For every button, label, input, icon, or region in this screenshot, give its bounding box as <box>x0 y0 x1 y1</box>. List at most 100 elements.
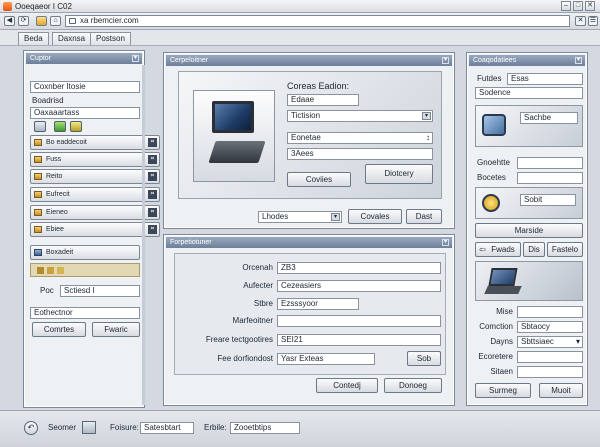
status-field[interactable]: Satesbtart <box>140 422 194 434</box>
field-gnoehtte[interactable] <box>517 157 583 169</box>
menu-icon[interactable]: ☰ <box>588 16 598 26</box>
pin-icon[interactable]: ▾ <box>132 55 139 62</box>
select-tictision[interactable]: Tictision ▾ <box>287 110 433 122</box>
maximize-button[interactable]: □ <box>573 1 583 11</box>
pin-icon[interactable]: ▾ <box>442 239 449 246</box>
device-card-2[interactable]: Sobit <box>475 187 583 219</box>
form-label: Stbre <box>253 299 273 308</box>
folder-icon[interactable] <box>36 16 47 26</box>
covales-button[interactable]: Covales <box>348 209 402 224</box>
dast-button[interactable]: Dast <box>406 209 442 224</box>
list-item[interactable]: Bo eaddecoit ⌗ <box>30 135 160 150</box>
card-field[interactable]: Sachbe <box>520 112 578 124</box>
refresh-icon[interactable]: ⟳ <box>18 16 29 26</box>
form-field[interactable] <box>517 351 583 363</box>
form-field[interactable]: Sbttsiaec ▾ <box>517 336 583 348</box>
search-field[interactable]: Eothectnor <box>30 307 140 319</box>
green-icon[interactable] <box>54 121 66 132</box>
monitor-icon[interactable] <box>82 421 96 434</box>
tab-postson[interactable]: Postson <box>90 32 131 45</box>
minimize-button[interactable]: – <box>561 1 571 11</box>
folder-icon <box>34 173 42 180</box>
doc-icon[interactable] <box>34 121 46 132</box>
form-field[interactable]: SEI21 <box>277 334 441 346</box>
field-3aees[interactable]: 3Aees <box>287 148 433 160</box>
surmeg-button[interactable]: Surmeg <box>475 383 531 398</box>
form-field[interactable] <box>517 306 583 318</box>
pin-icon[interactable]: ▾ <box>575 57 582 64</box>
field-esas[interactable]: Esas <box>507 73 583 85</box>
diotcery-button[interactable]: Diotcery <box>365 164 433 184</box>
chevron-down-icon[interactable]: ▾ <box>422 112 431 120</box>
right-panel-title: Coaqodatiees <box>473 57 517 64</box>
laptop-illustration <box>193 90 275 182</box>
sob-button[interactable]: Sob <box>407 351 441 366</box>
field-bocetes[interactable] <box>517 172 583 184</box>
left-field-3[interactable]: Oaxaaartass <box>30 107 140 119</box>
chevron-down-icon[interactable]: ▾ <box>576 337 580 347</box>
label-bocetes: Bocetes <box>477 173 506 182</box>
marside-button[interactable]: Marside <box>475 223 583 238</box>
form-field[interactable]: Sbtaocy <box>517 321 583 333</box>
coviies-button[interactable]: Coviies <box>287 172 351 187</box>
pin-icon[interactable]: ▾ <box>442 57 449 64</box>
back-icon[interactable]: ◀ <box>4 16 15 26</box>
card-field[interactable]: Sobit <box>520 194 576 206</box>
left-label-boadrisd: Boadrisd <box>32 96 64 105</box>
keypad-icon: ⌗ <box>148 208 157 217</box>
donoeg-button[interactable]: Donoeg <box>384 378 442 393</box>
close-button[interactable]: ✕ <box>585 1 595 11</box>
left-panel-header: Cuptor ▾ <box>26 53 142 64</box>
muoit-button[interactable]: Muoit <box>539 383 583 398</box>
form-field[interactable]: Cezeasiers <box>277 280 441 292</box>
comrtes-button[interactable]: Comrtes <box>32 322 86 337</box>
left-field-1[interactable]: Coxnber Itosie <box>30 81 140 93</box>
home-icon[interactable]: ⌂ <box>50 16 61 26</box>
chevron-down-icon[interactable]: ▾ <box>331 213 340 221</box>
center-bottom-title: Forpetiotuner <box>170 239 212 246</box>
tile-icon <box>37 267 44 274</box>
fwads-button[interactable]: ⇦ Fwads <box>475 242 521 257</box>
yellow-icon[interactable] <box>70 121 82 132</box>
status-field[interactable]: Zooetbtips <box>230 422 300 434</box>
back-icon[interactable]: ↶ <box>24 421 38 435</box>
spinner-icon[interactable]: ↕ <box>426 133 430 143</box>
fastelo-button[interactable]: Fastelo <box>547 242 583 257</box>
pec-label: Poc <box>40 286 54 295</box>
form-area: Orcenah ZB3 Aufecter Cezeasiers Stbre Ez… <box>174 253 446 375</box>
list-item[interactable]: Fuss ⌗ <box>30 152 160 167</box>
folder-icon <box>34 139 42 146</box>
tab-beda[interactable]: Beda <box>18 32 49 45</box>
form-field[interactable]: Ezsssyoor <box>277 298 359 310</box>
laptop-card[interactable] <box>475 261 583 301</box>
tab-daxnsa[interactable]: Daxnsa <box>52 32 92 45</box>
field-eonetae[interactable]: Eonetae ↕ <box>287 132 433 144</box>
list-item[interactable]: Eufrecit ⌗ <box>30 187 160 202</box>
label-gnoehtte: Gnoehtte <box>477 158 510 167</box>
close-tab-icon[interactable]: ✕ <box>575 16 586 26</box>
address-bar[interactable]: xa rbemcier.com <box>65 15 570 27</box>
scrollbar[interactable] <box>142 65 145 405</box>
image-strip <box>30 263 140 277</box>
center-top-title: Cerpeloitner <box>170 57 209 64</box>
field-sodence[interactable]: Sodence <box>475 87 583 99</box>
list-item[interactable]: Reito ⌗ <box>30 169 160 184</box>
fwaric-button[interactable]: Fwaric <box>92 322 140 337</box>
form-field[interactable]: ZB3 <box>277 262 441 274</box>
list-item-boxadeit[interactable]: Boxadeit <box>30 245 140 260</box>
folder-icon <box>34 226 42 233</box>
form-field[interactable] <box>277 315 441 327</box>
device-card-1[interactable]: Sachbe <box>475 105 583 147</box>
form-field[interactable]: Yasr Exteas <box>277 353 375 365</box>
form-field[interactable] <box>517 366 583 378</box>
contedj-button[interactable]: Contedj <box>316 378 378 393</box>
dis-button[interactable]: Dis <box>523 242 545 257</box>
select-lhodes[interactable]: Lhodes ▾ <box>258 211 342 223</box>
form-label: Aufecter <box>243 281 273 290</box>
device-icon <box>482 114 506 136</box>
pec-field[interactable]: Sctiesd I <box>60 285 140 297</box>
field-edaae[interactable]: Edaae <box>287 94 359 106</box>
list-item[interactable]: Eieneo ⌗ <box>30 205 160 220</box>
lock-icon <box>69 18 76 24</box>
list-item[interactable]: Ebiee ⌗ <box>30 222 160 237</box>
